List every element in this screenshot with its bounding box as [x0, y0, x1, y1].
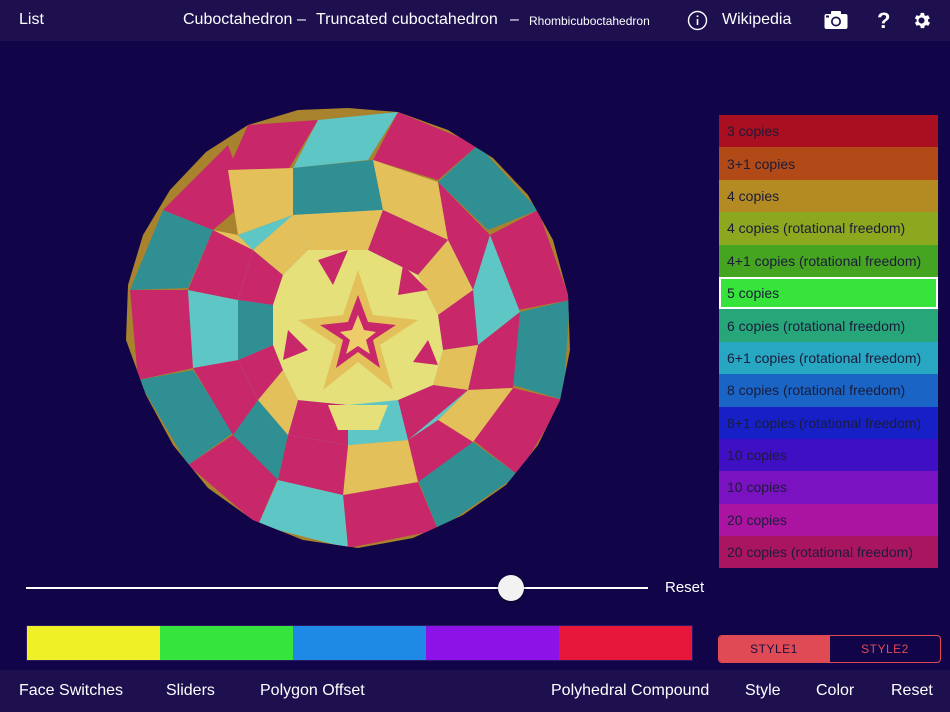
legend-item[interactable]: 8 copies (rotational freedom)	[719, 374, 938, 407]
title-separator: –	[297, 11, 306, 28]
legend-item[interactable]: 8+1 copies (rotational freedom)	[719, 406, 938, 439]
legend-item[interactable]: 4 copies	[719, 179, 938, 213]
legend-item[interactable]: 20 copies	[719, 503, 938, 537]
legend-item[interactable]: 10 copies	[719, 471, 938, 504]
slider-track[interactable]	[26, 587, 648, 589]
legend-item[interactable]: 10 copies	[719, 438, 938, 472]
color-swatch[interactable]	[426, 626, 559, 660]
polyhedron-link-rhombicuboctahedron[interactable]: Rhombicuboctahedron	[529, 14, 650, 28]
legend-item[interactable]: 20 copies (rotational freedom)	[719, 536, 938, 569]
color-swatch[interactable]	[160, 626, 293, 660]
legend-item[interactable]: 6+1 copies (rotational freedom)	[719, 341, 938, 375]
wikipedia-link[interactable]: Wikipedia	[722, 11, 791, 29]
polyhedral-compound-button[interactable]: Polyhedral Compound	[551, 682, 709, 700]
help-icon[interactable]: ?	[877, 8, 890, 34]
polyhedron-render[interactable]	[118, 100, 578, 550]
title-separator: –	[510, 11, 519, 28]
info-icon[interactable]	[687, 10, 708, 36]
slider-thumb[interactable]	[498, 575, 525, 601]
reset-button[interactable]: Reset	[891, 682, 933, 700]
face-switches-button[interactable]: Face Switches	[19, 682, 123, 700]
legend-item[interactable]: 3+1 copies	[719, 147, 938, 180]
color-swatch[interactable]	[559, 626, 692, 660]
style-segmented-control: STYLE1 STYLE2	[718, 635, 941, 663]
polygon-offset-button[interactable]: Polygon Offset	[260, 682, 365, 700]
polyhedron-link-truncated-cuboctahedron[interactable]: Truncated cuboctahedron	[316, 11, 498, 29]
gear-icon[interactable]	[911, 10, 932, 36]
legend-item[interactable]: 4+1 copies (rotational freedom)	[719, 244, 938, 277]
slider-reset-button[interactable]: Reset	[665, 579, 704, 596]
color-button[interactable]: Color	[816, 682, 854, 700]
camera-icon[interactable]	[824, 10, 848, 35]
color-swatch[interactable]	[27, 626, 160, 660]
legend-item[interactable]: 6 copies (rotational freedom)	[719, 309, 938, 342]
style1-segment[interactable]: STYLE1	[719, 636, 829, 662]
polyhedron-link-cuboctahedron[interactable]: Cuboctahedron	[183, 11, 292, 29]
style2-segment[interactable]: STYLE2	[829, 636, 940, 662]
copies-legend: 3 copies 3+1 copies 4 copies 4 copies (rota…	[719, 115, 938, 569]
legend-item[interactable]: 5 copies	[719, 276, 938, 310]
bottom-toolbar: Face Switches Sliders Polygon Offset Pol…	[0, 670, 950, 712]
legend-item[interactable]: 4 copies (rotational freedom)	[719, 212, 938, 245]
sliders-button[interactable]: Sliders	[166, 682, 215, 700]
color-swatches	[26, 625, 693, 661]
style-button[interactable]: Style	[745, 682, 781, 700]
list-button[interactable]: List	[19, 11, 44, 29]
color-swatch[interactable]	[293, 626, 426, 660]
top-bar: List Cuboctahedron – Truncated cuboctahe…	[0, 0, 950, 41]
legend-item[interactable]: 3 copies	[719, 115, 938, 148]
